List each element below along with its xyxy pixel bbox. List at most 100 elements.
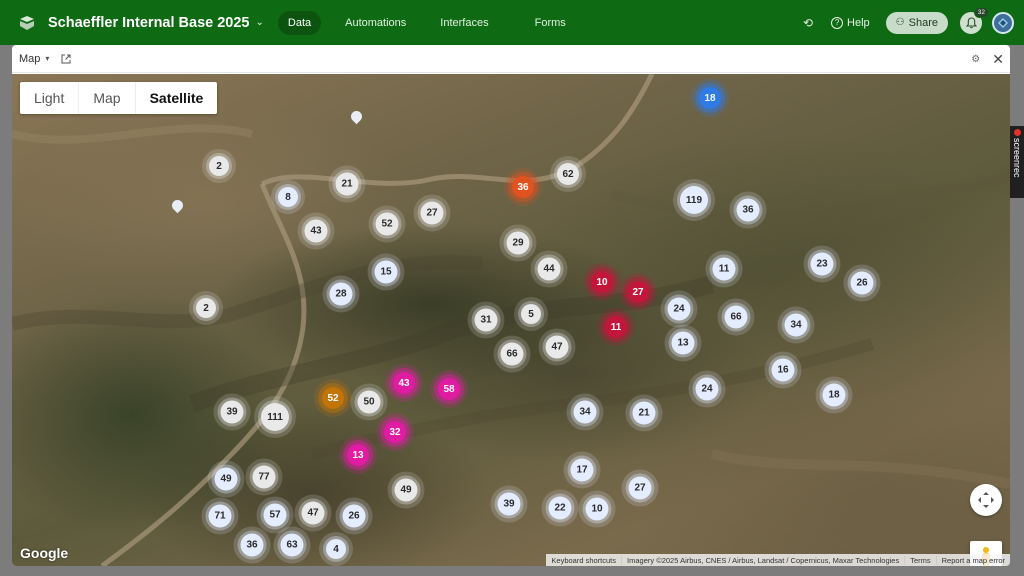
map-cluster-marker[interactable]: 21 bbox=[632, 401, 656, 425]
map-cluster-marker[interactable]: 39 bbox=[220, 400, 244, 424]
history-icon[interactable]: ⟲ bbox=[803, 16, 813, 30]
map-cluster-marker[interactable]: 18 bbox=[822, 383, 846, 407]
map-cluster-marker[interactable]: 22 bbox=[548, 496, 572, 520]
map-cluster-marker[interactable]: 27 bbox=[420, 201, 444, 225]
map-cluster-marker[interactable]: 26 bbox=[342, 504, 366, 528]
gear-icon[interactable]: ⚙ bbox=[971, 54, 980, 65]
map-cluster-marker[interactable]: 5 bbox=[521, 304, 541, 324]
map-cluster-marker[interactable]: 57 bbox=[263, 503, 287, 527]
map-cluster-marker[interactable]: 34 bbox=[784, 313, 808, 337]
map-cluster-marker[interactable]: 26 bbox=[850, 271, 874, 295]
map-style-light[interactable]: Light bbox=[20, 82, 80, 114]
map-cluster-marker[interactable]: 58 bbox=[438, 378, 460, 400]
map-cluster-marker[interactable]: 24 bbox=[667, 297, 691, 321]
map-cluster-marker[interactable]: 71 bbox=[208, 504, 232, 528]
map-cluster-marker[interactable]: 63 bbox=[280, 533, 304, 557]
close-icon[interactable]: ✕ bbox=[992, 51, 1004, 68]
map-cluster-marker[interactable]: 29 bbox=[506, 231, 530, 255]
map-cluster-marker[interactable]: 36 bbox=[736, 198, 760, 222]
external-link-icon[interactable] bbox=[61, 54, 71, 64]
map-cluster-marker[interactable]: 17 bbox=[570, 458, 594, 482]
map-cluster-marker[interactable]: 39 bbox=[497, 492, 521, 516]
map-cluster-marker[interactable]: 47 bbox=[301, 501, 325, 525]
map-cluster-marker[interactable]: 50 bbox=[357, 390, 381, 414]
terms-link[interactable]: Terms bbox=[905, 555, 937, 565]
map-cluster-marker[interactable]: 18 bbox=[699, 87, 721, 109]
panel-title[interactable]: Map bbox=[19, 53, 40, 65]
imagery-credit: Imagery ©2025 Airbus, CNES / Airbus, Lan… bbox=[622, 555, 906, 565]
map-cluster-marker[interactable]: 23 bbox=[810, 252, 834, 276]
satellite-map[interactable]: Light Map Satellite 18 2 21 36 62 8 27 52 43 119 3… bbox=[12, 74, 1010, 566]
avatar[interactable] bbox=[992, 11, 1014, 34]
map-cluster-marker[interactable]: 66 bbox=[500, 342, 524, 366]
top-right-tools: ⟲ ? Help ⚇ Share 32 bbox=[803, 0, 1014, 45]
map-style-satellite[interactable]: Satellite bbox=[136, 82, 218, 114]
map-cluster-marker[interactable]: 24 bbox=[695, 377, 719, 401]
map-cluster-marker[interactable]: 34 bbox=[573, 400, 597, 424]
bell-icon bbox=[965, 16, 977, 28]
google-watermark: Google bbox=[20, 545, 69, 561]
screen-recorder-tab[interactable]: screenrec bbox=[1010, 126, 1024, 198]
question-icon: ? bbox=[831, 16, 844, 29]
map-cluster-marker[interactable]: 2 bbox=[209, 156, 229, 176]
share-button[interactable]: ⚇ Share bbox=[885, 11, 948, 34]
panel-header-actions: ⚙ ✕ bbox=[971, 45, 1004, 73]
nav-automations[interactable]: Automations bbox=[335, 11, 416, 35]
map-cluster-marker[interactable]: 43 bbox=[304, 219, 328, 243]
record-dot-icon bbox=[1013, 129, 1021, 136]
chevron-down-icon[interactable]: ⌄ bbox=[256, 17, 264, 28]
panel-header: Map ▾ ⚙ ✕ bbox=[12, 45, 1010, 73]
map-cluster-marker[interactable]: 27 bbox=[627, 281, 649, 303]
keyboard-shortcuts-link[interactable]: Keyboard shortcuts bbox=[546, 555, 623, 565]
map-cluster-marker[interactable]: 36 bbox=[512, 176, 534, 198]
screen-recorder-label: screenrec bbox=[1012, 138, 1022, 178]
map-cluster-marker[interactable]: 77 bbox=[252, 465, 276, 489]
map-cluster-marker[interactable]: 36 bbox=[240, 533, 264, 557]
map-cluster-marker[interactable]: 111 bbox=[261, 403, 289, 431]
base-logo-icon bbox=[16, 12, 38, 34]
map-cluster-marker[interactable]: 44 bbox=[537, 257, 561, 281]
help-button[interactable]: ? Help bbox=[831, 16, 870, 29]
map-cluster-marker[interactable]: 4 bbox=[326, 539, 346, 559]
map-cluster-marker[interactable]: 49 bbox=[394, 478, 418, 502]
recenter-button[interactable] bbox=[970, 484, 1002, 516]
nav-forms[interactable]: Forms bbox=[525, 11, 576, 35]
help-label: Help bbox=[847, 16, 870, 29]
map-cluster-marker[interactable]: 47 bbox=[545, 335, 569, 359]
map-cluster-marker[interactable]: 62 bbox=[557, 163, 579, 185]
map-cluster-marker[interactable]: 28 bbox=[329, 282, 353, 306]
map-cluster-marker[interactable]: 31 bbox=[474, 308, 498, 332]
main-nav: Data Automations Interfaces Forms bbox=[277, 0, 590, 45]
map-cluster-marker[interactable]: 13 bbox=[347, 444, 369, 466]
map-style-map[interactable]: Map bbox=[79, 82, 136, 114]
map-cluster-marker[interactable]: 10 bbox=[591, 271, 613, 293]
map-cluster-marker[interactable]: 16 bbox=[771, 358, 795, 382]
nav-interfaces[interactable]: Interfaces bbox=[430, 11, 498, 35]
map-cluster-marker[interactable]: 13 bbox=[671, 331, 695, 355]
map-cluster-marker[interactable]: 119 bbox=[680, 186, 708, 214]
map-cluster-marker[interactable]: 8 bbox=[278, 187, 298, 207]
nav-data[interactable]: Data bbox=[277, 10, 322, 35]
base-title[interactable]: Schaeffler Internal Base 2025 bbox=[48, 15, 250, 31]
map-style-toggle: Light Map Satellite bbox=[20, 82, 218, 114]
chevron-down-icon[interactable]: ▾ bbox=[45, 54, 49, 63]
people-icon: ⚇ bbox=[895, 17, 905, 28]
notification-count-badge: 32 bbox=[973, 6, 989, 18]
map-cluster-marker[interactable]: 21 bbox=[335, 172, 359, 196]
map-cluster-marker[interactable]: 11 bbox=[712, 257, 736, 281]
map-cluster-marker[interactable]: 10 bbox=[585, 497, 609, 521]
map-cluster-marker[interactable]: 11 bbox=[605, 316, 627, 338]
map-cluster-marker[interactable]: 27 bbox=[628, 476, 652, 500]
map-cluster-marker[interactable]: 49 bbox=[214, 467, 238, 491]
map-cluster-marker[interactable]: 52 bbox=[322, 387, 344, 409]
map-cluster-marker[interactable]: 43 bbox=[393, 372, 415, 394]
map-cluster-marker[interactable]: 32 bbox=[384, 421, 406, 443]
report-error-link[interactable]: Report a map error bbox=[937, 556, 1010, 565]
notifications-button[interactable]: 32 bbox=[960, 6, 989, 34]
map-cluster-marker[interactable]: 15 bbox=[374, 260, 398, 284]
map-panel: Map ▾ ⚙ ✕ Light Map Satellite 18 2 21 36 62 8… bbox=[12, 45, 1010, 566]
map-cluster-marker[interactable]: 66 bbox=[724, 305, 748, 329]
map-cluster-marker[interactable]: 2 bbox=[196, 298, 216, 318]
map-attribution: Keyboard shortcuts Imagery ©2025 Airbus,… bbox=[546, 554, 1010, 566]
map-cluster-marker[interactable]: 52 bbox=[375, 212, 399, 236]
